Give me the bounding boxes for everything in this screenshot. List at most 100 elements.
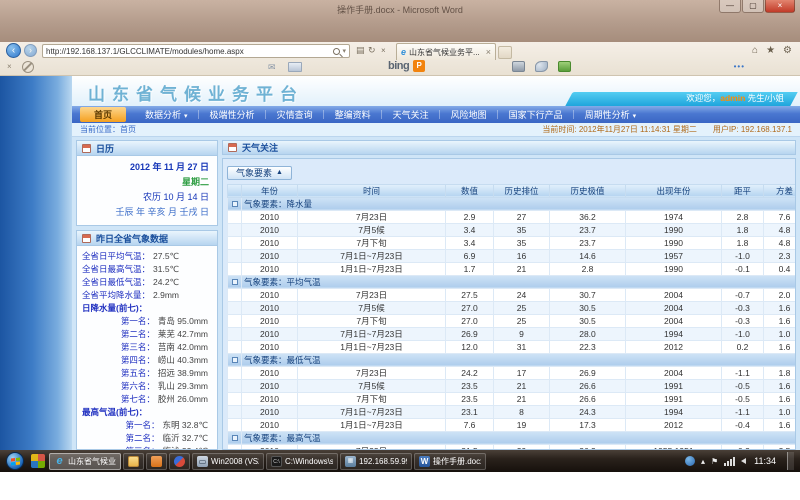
table-row[interactable]: 20107月23日2.92736.219742.87.6 — [228, 210, 797, 223]
refresh-icon[interactable]: ↻ — [368, 45, 376, 56]
nav-item-link[interactable]: 天气关注 — [382, 108, 440, 121]
nav-item-active[interactable]: 首页 — [80, 107, 126, 122]
speaker-icon[interactable] — [741, 458, 746, 464]
taskbar-word[interactable]: W操作手册.docx ... — [414, 453, 486, 470]
forward-button[interactable]: › — [24, 44, 37, 57]
blocked-icon[interactable] — [22, 61, 34, 73]
taskbar-explorer[interactable] — [123, 453, 144, 470]
taskbar-clock[interactable]: 11:34 — [754, 456, 776, 466]
taskbar-win2008[interactable]: ▭Win2008 (VS2... — [192, 453, 264, 470]
close-button[interactable]: × — [765, 0, 795, 13]
tab-title[interactable]: 山东省气候业务平... — [409, 47, 484, 58]
table-cell: 30.5 — [550, 314, 626, 327]
card-icon[interactable] — [288, 62, 302, 72]
table-section-row[interactable]: 气象要素：最高气温 — [228, 431, 797, 444]
table-cell: 7月23日 — [298, 210, 446, 223]
table-row[interactable]: 20107月下旬23.52126.61991-0.51.6 — [228, 392, 797, 405]
nav-item-link[interactable]: 国家下行产品 — [498, 108, 574, 121]
table-row[interactable]: 20101月1日~7月23日1.7212.81990-0.10.4 — [228, 262, 797, 275]
satellite-icon[interactable] — [535, 61, 548, 72]
table-cell: -0.7 — [722, 288, 764, 301]
taskbar-app-round[interactable] — [169, 453, 190, 470]
mail-icon[interactable]: ✉ — [268, 62, 276, 73]
weather-stat-row: 全省日最高气温：31.5℃ — [82, 263, 212, 276]
back-button[interactable]: ‹ — [6, 43, 21, 58]
breadcrumb[interactable]: 当前位置：首页 — [80, 124, 136, 135]
stop-icon[interactable]: × — [381, 46, 386, 55]
action-center-flag-icon[interactable]: ⚑ — [711, 457, 718, 466]
table-cell: 7月1日~7月23日 — [298, 327, 446, 340]
element-filter-button[interactable]: 气象要素 ▲ — [227, 166, 292, 180]
ime-tray-icon[interactable] — [685, 456, 695, 466]
start-button[interactable] — [6, 452, 24, 470]
table-row[interactable]: 20101月1日~7月23日7.61917.32012-0.41.6 — [228, 418, 797, 431]
nav-item-link[interactable]: 数据分析▾ — [134, 108, 199, 121]
taskbar-cmd[interactable]: C:\C:\Windows\s... — [266, 453, 338, 470]
tray-expand-icon[interactable]: ▴ — [701, 457, 705, 466]
network-icon[interactable] — [724, 457, 735, 466]
nav-item-link[interactable]: 灾情查询 — [266, 108, 324, 121]
table-cell: -1.0 — [722, 249, 764, 262]
nav-item-link[interactable]: 周期性分析▾ — [574, 108, 648, 121]
tools-gear-icon[interactable]: ⚙ — [783, 45, 792, 56]
table-section-row[interactable]: 气象要素：平均气温 — [228, 275, 797, 288]
taskbar-button-label: 山东省气候业务平台 — [68, 456, 116, 467]
section-checkbox-cell[interactable] — [228, 197, 242, 210]
weather-stat-label: 第一名： — [126, 419, 160, 432]
table-row[interactable]: 20107月下旬27.02530.52004-0.31.6 — [228, 314, 797, 327]
table-row[interactable]: 20107月1日~7月23日23.1824.31994-1.11.0 — [228, 405, 797, 418]
table-section-row[interactable]: 气象要素：降水量 — [228, 197, 797, 210]
show-desktop-button[interactable] — [787, 452, 794, 470]
camera-icon[interactable] — [512, 61, 525, 72]
browser-tab[interactable]: e 山东省气候业务平... × — [396, 43, 496, 60]
bing-logo[interactable]: bing — [388, 60, 409, 72]
ie-icon: e — [54, 456, 65, 467]
table-row[interactable]: 20107月1日~7月23日6.91614.61957-1.02.3 — [228, 249, 797, 262]
bing-badge-icon[interactable]: P — [413, 60, 425, 72]
table-section-row[interactable]: 气象要素：最低气温 — [228, 353, 797, 366]
table-cell: 26.6 — [550, 379, 626, 392]
table-row[interactable]: 20107月5候27.02530.52004-0.31.6 — [228, 301, 797, 314]
minimize-button[interactable]: — — [719, 0, 741, 13]
nav-item-link[interactable]: 极端性分析 — [199, 108, 266, 121]
favorites-icon[interactable]: ★ — [766, 45, 775, 56]
round-icon — [174, 456, 185, 467]
address-bar[interactable]: http://192.168.137.1/GLCCLIMATE/modules/… — [42, 44, 350, 58]
home-icon[interactable]: ⌂ — [752, 45, 758, 56]
table-row[interactable]: 20107月下旬3.43523.719901.84.8 — [228, 236, 797, 249]
new-tab-button[interactable] — [498, 46, 512, 59]
nav-item-link[interactable]: 整编资料 — [324, 108, 382, 121]
tab-close-icon[interactable]: × — [486, 47, 491, 57]
table-row[interactable]: 20107月5候23.52126.61991-0.51.6 — [228, 379, 797, 392]
section-checkbox-icon[interactable] — [232, 435, 238, 441]
row-checkbox-cell — [228, 236, 242, 249]
table-row[interactable]: 20107月1日~7月23日26.9928.01994-1.01.0 — [228, 327, 797, 340]
section-checkbox-icon[interactable] — [232, 279, 238, 285]
nav-item-link[interactable]: 风险地图 — [440, 108, 498, 121]
calendar-line-date: 2012 年 11 月 27 日 — [81, 160, 209, 175]
table-cell: 17 — [494, 366, 550, 379]
bing-search-area[interactable]: bing P — [388, 60, 425, 72]
section-checkbox-cell[interactable] — [228, 353, 242, 366]
table-row[interactable]: 20107月23日24.21726.92004-1.11.8 — [228, 366, 797, 379]
more-options-icon[interactable]: ••• — [734, 62, 745, 71]
section-checkbox-cell[interactable] — [228, 275, 242, 288]
compatibility-view-icon[interactable]: ▤ — [356, 45, 365, 56]
table-row[interactable]: 20107月23日27.52430.72004-0.72.0 — [228, 288, 797, 301]
section-checkbox-icon[interactable] — [232, 201, 238, 207]
pinned-app-icon[interactable] — [31, 454, 45, 468]
section-checkbox-icon[interactable] — [232, 357, 238, 363]
address-url[interactable]: http://192.168.137.1/GLCCLIMATE/modules/… — [46, 47, 331, 56]
taskbar-remote[interactable]: ▦192.168.59.99... — [340, 453, 412, 470]
taskbar-app-orange[interactable] — [146, 453, 167, 470]
maximize-button[interactable]: ▢ — [742, 0, 764, 13]
toolbar-close-icon[interactable]: × — [7, 62, 12, 71]
address-dropdown-icon[interactable]: ▾ — [342, 47, 346, 55]
table-row[interactable]: 20101月1日~7月23日12.03122.320120.21.6 — [228, 340, 797, 353]
taskbar-ie-window[interactable]: e山东省气候业务平台 — [49, 453, 121, 470]
puzzle-addon-icon[interactable] — [558, 61, 571, 72]
search-icon[interactable] — [333, 48, 340, 55]
section-checkbox-cell[interactable] — [228, 431, 242, 444]
table-cell: 27.5 — [446, 288, 494, 301]
table-row[interactable]: 20107月5候3.43523.719901.84.8 — [228, 223, 797, 236]
